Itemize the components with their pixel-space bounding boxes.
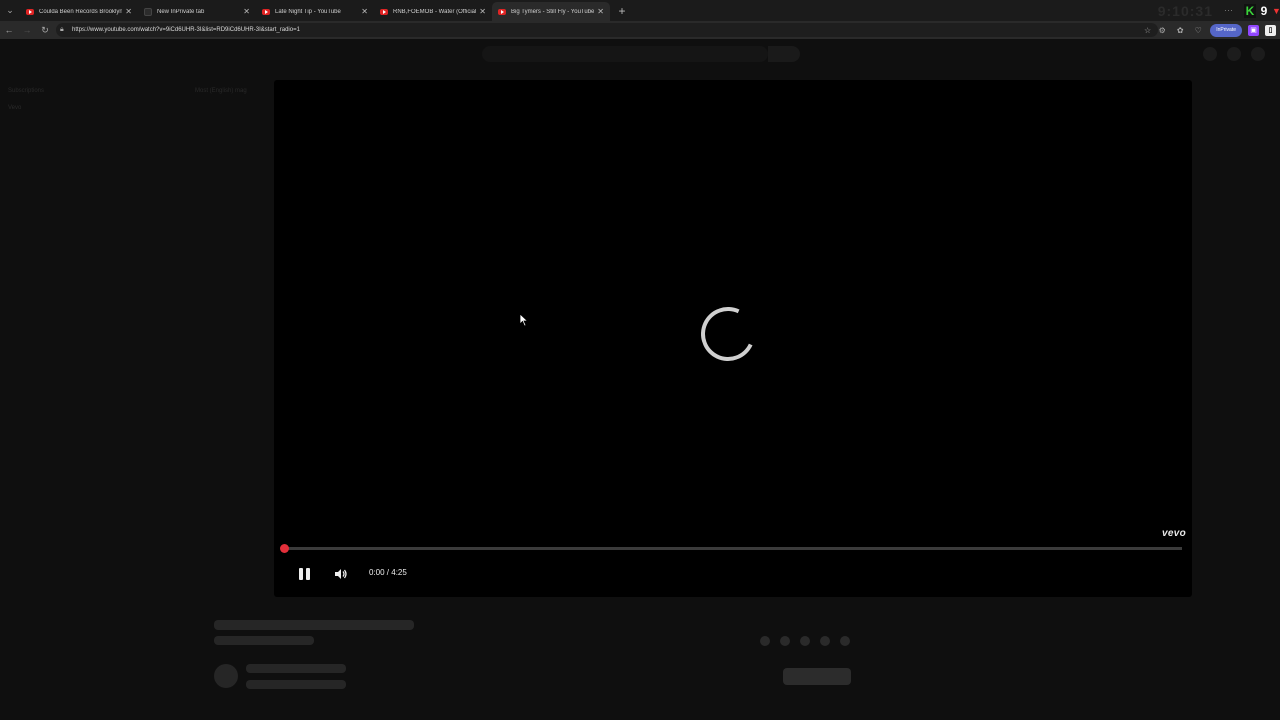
lock-icon[interactable]: 🔒︎ <box>60 26 72 34</box>
youtube-icon <box>380 8 388 15</box>
youtube-icon <box>498 8 506 15</box>
video-player[interactable]: vevo 0:00 / 4:25 <box>274 80 1192 597</box>
tab-title: RNB,FOEMOB - Water (Official Mu <box>393 8 476 15</box>
k-app-icon[interactable]: K <box>1244 3 1256 18</box>
search-button-skeleton[interactable] <box>768 46 800 62</box>
app-square-icon[interactable]: ▯ <box>1265 24 1276 36</box>
title-skeleton <box>214 620 414 630</box>
action-skeleton <box>780 636 790 646</box>
search-input-skeleton[interactable] <box>482 46 768 62</box>
address-bar[interactable]: 🔒︎ https://www.youtube.com/watch?v=9iCd6… <box>56 23 1158 37</box>
tab-close-icon[interactable]: ✕ <box>358 7 368 16</box>
refresh-icon[interactable]: ↻ <box>36 21 54 39</box>
pause-bar <box>298 568 303 580</box>
action-skeleton <box>800 636 810 646</box>
channel-name-skeleton <box>246 664 346 673</box>
scrubber-handle[interactable] <box>280 544 289 553</box>
avatar[interactable] <box>1251 47 1265 61</box>
back-icon[interactable]: ← <box>0 21 18 39</box>
action-skeleton <box>840 636 850 646</box>
mouse-cursor-icon <box>519 313 529 327</box>
tab-2[interactable]: Late Night Tip - YouTube ✕ <box>256 2 374 21</box>
nine-app-icon[interactable]: 9 <box>1259 4 1269 18</box>
down-arrow-icon: ▼ <box>1272 5 1280 16</box>
tabs: Coulda Been Records Brooklyn Au✕New InPr… <box>20 0 610 21</box>
system-tray: 9:10:31 ⋯ K 9 ▼ <box>1158 0 1280 21</box>
tab-strip: ⌄ Coulda Been Records Brooklyn Au✕New In… <box>0 0 1280 21</box>
inprivate-icon <box>144 7 152 16</box>
twitch-icon[interactable]: ▣ <box>1248 24 1259 36</box>
more-icon[interactable]: ⋯ <box>1224 5 1233 16</box>
subscribe-button-skeleton[interactable] <box>783 668 851 685</box>
tab-4[interactable]: Big Tymers - Still Fly - YouTube ✕ <box>492 2 610 21</box>
tab-close-icon[interactable]: ✕ <box>122 7 132 16</box>
sidebar-faint-text: Vevo <box>8 105 22 111</box>
sidebar-faint-text: Subscriptions <box>8 88 45 94</box>
tab-title: Coulda Been Records Brooklyn Au <box>39 8 122 15</box>
forward-icon[interactable]: → <box>18 21 36 39</box>
youtube-icon <box>262 8 270 15</box>
browser-toolbar: ← → ↻ 🔒︎ https://www.youtube.com/watch?v… <box>0 21 1280 39</box>
tab-1[interactable]: New InPrivate tab ✕ <box>138 2 256 21</box>
clock: 9:10:31 <box>1157 2 1213 19</box>
extensions-icon[interactable]: ⚙︎ <box>1156 26 1168 35</box>
tab-3[interactable]: RNB,FOEMOB - Water (Official Mu✕ <box>374 2 492 21</box>
toolbar-actions: ⚙︎ ✿ ♡ InPrivate ▣ ▯ <box>1156 21 1276 39</box>
tab-list-chevron-icon[interactable]: ⌄ <box>0 0 20 21</box>
favorites-icon[interactable]: ✿ <box>1174 26 1186 35</box>
action-skeleton <box>760 636 770 646</box>
volume-icon[interactable] <box>334 567 348 581</box>
tab-title: New InPrivate tab <box>157 8 205 15</box>
tab-close-icon[interactable]: ✕ <box>594 7 604 16</box>
new-tab-button[interactable]: + <box>614 4 630 18</box>
pause-button[interactable] <box>296 566 312 582</box>
action-skeleton <box>820 636 830 646</box>
tab-close-icon[interactable]: ✕ <box>240 7 250 16</box>
pause-bar <box>305 568 310 580</box>
vevo-watermark: vevo <box>1162 528 1186 539</box>
tab-title: Late Night Tip - YouTube <box>275 8 341 15</box>
create-icon[interactable] <box>1203 47 1217 61</box>
time-display: 0:00 / 4:25 <box>369 568 407 577</box>
loading-spinner-icon <box>693 299 763 369</box>
notifications-icon[interactable] <box>1227 47 1241 61</box>
subtitle-skeleton <box>214 636 314 645</box>
inprivate-badge[interactable]: InPrivate <box>1210 23 1242 37</box>
collections-icon[interactable]: ♡ <box>1192 26 1204 35</box>
url-text[interactable]: https://www.youtube.com/watch?v=9iCd6UHR… <box>72 27 1144 33</box>
channel-subs-skeleton <box>246 680 346 689</box>
sidebar-faint-text: Most (English) mag <box>195 88 247 94</box>
channel-avatar-skeleton <box>214 664 238 688</box>
tab-close-icon[interactable]: ✕ <box>476 7 486 16</box>
progress-bar[interactable] <box>284 547 1182 550</box>
tab-0[interactable]: Coulda Been Records Brooklyn Au✕ <box>20 2 138 21</box>
youtube-icon <box>26 8 34 15</box>
tab-title: Big Tymers - Still Fly - YouTube <box>511 8 594 15</box>
